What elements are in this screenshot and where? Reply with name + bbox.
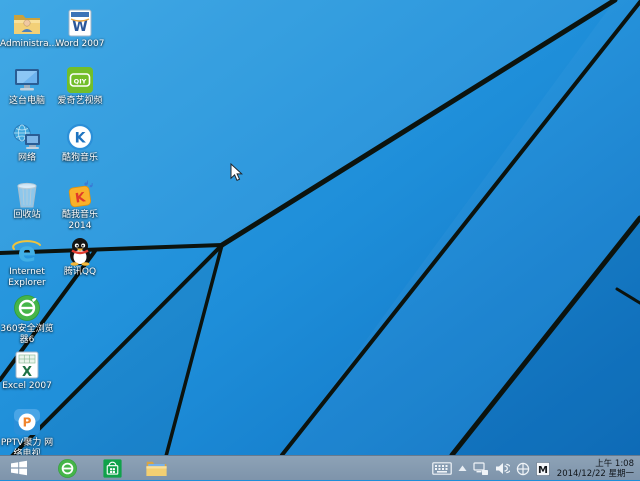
icon-label: Word 2007: [53, 39, 107, 50]
system-tray: M 上午 1:08 2014/12/22 星期一: [429, 456, 640, 481]
taskbar-windows-store-button[interactable]: [97, 456, 127, 480]
desktop-icon-word-2007[interactable]: W Word 2007: [53, 8, 107, 50]
desktop-icon-360-browser[interactable]: 360安全浏览 器6: [0, 293, 54, 346]
desktop-icon-pptv[interactable]: P PPTV聚力 网 络电视: [0, 407, 54, 460]
icon-label: 网络: [0, 153, 54, 164]
desktop-icon-this-pc[interactable]: 这台电脑: [0, 65, 54, 107]
ie-icon: e: [12, 236, 42, 266]
svg-text:K: K: [75, 131, 87, 147]
icon-label: 爱奇艺视频: [53, 96, 107, 107]
language-globe-icon[interactable]: [513, 456, 533, 481]
svg-text:QIY: QIY: [74, 78, 87, 86]
360-browser-icon: [12, 293, 42, 323]
pptv-icon: P: [12, 407, 42, 437]
desktop-icon-kugou[interactable]: K 酷狗音乐: [53, 122, 107, 164]
excel-icon: X: [12, 350, 42, 380]
desktop-icon-excel-2007[interactable]: X Excel 2007: [0, 350, 54, 392]
icon-label: Excel 2007: [0, 381, 54, 392]
icon-label: 酷狗音乐: [53, 153, 107, 164]
clock-time: 上午 1:08: [557, 459, 634, 469]
360-browser-icon: [57, 458, 78, 479]
qq-penguin-icon: [65, 236, 95, 266]
svg-text:P: P: [23, 416, 32, 430]
icon-label: Administra...: [0, 39, 54, 50]
network-status-icon[interactable]: [470, 456, 492, 481]
desktop-icon-internet-explorer[interactable]: e Internet Explorer: [0, 236, 54, 289]
windows-logo-icon: [9, 458, 29, 478]
desktop-icon-recycle-bin[interactable]: 回收站: [0, 179, 54, 221]
desktop-icon-administrator[interactable]: Administra...: [0, 8, 54, 50]
windows-store-icon: [102, 458, 123, 479]
desktop-icon-qq[interactable]: 腾讯QQ: [53, 236, 107, 278]
recycle-bin-icon: [12, 179, 42, 209]
icon-label: 腾讯QQ: [53, 267, 107, 278]
desktop-icon-iqiyi[interactable]: QIY 爱奇艺视频: [53, 65, 107, 107]
kugou-icon: K: [65, 122, 95, 152]
icon-label: 360安全浏览 器6: [0, 324, 54, 346]
icon-label: Internet Explorer: [0, 267, 54, 289]
ime-m-icon: M: [536, 462, 550, 476]
touch-keyboard-icon[interactable]: [429, 456, 455, 481]
taskbar-clock[interactable]: 上午 1:08 2014/12/22 星期一: [553, 459, 640, 479]
desktop-icon-kuwo[interactable]: K 酷我音乐 2014: [53, 179, 107, 232]
taskbar: M 上午 1:08 2014/12/22 星期一: [0, 455, 640, 480]
taskbar-360-browser-button[interactable]: [52, 456, 82, 480]
word-icon: W: [65, 8, 95, 38]
kuwo-icon: K: [65, 179, 95, 209]
desktop-icon-network[interactable]: 网络: [0, 122, 54, 164]
computer-icon: [12, 65, 42, 95]
svg-text:X: X: [22, 365, 32, 380]
volume-icon[interactable]: [492, 456, 513, 481]
taskbar-file-explorer-button[interactable]: [141, 456, 171, 480]
icon-label: 酷我音乐 2014: [53, 210, 107, 232]
network-icon: [12, 122, 42, 152]
user-folder-icon: [12, 8, 42, 38]
icon-label: 这台电脑: [0, 96, 54, 107]
clock-date: 2014/12/22 星期一: [557, 469, 634, 479]
chevron-up-icon: [458, 465, 467, 472]
icon-label: 回收站: [0, 210, 54, 221]
iqiyi-icon: QIY: [65, 65, 95, 95]
start-button[interactable]: [4, 456, 34, 480]
svg-text:M: M: [538, 464, 548, 475]
file-explorer-icon: [145, 458, 168, 479]
show-hidden-icons-button[interactable]: [455, 456, 470, 481]
ime-mode-indicator[interactable]: M: [533, 456, 553, 481]
